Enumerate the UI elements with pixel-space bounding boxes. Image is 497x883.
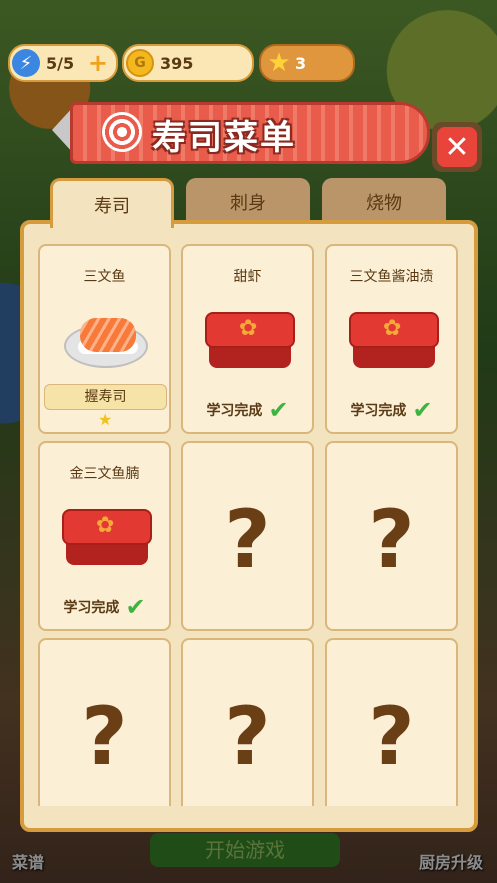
recipe-card-salmon[interactable]: 三文鱼 握寿司 ★	[38, 244, 171, 434]
checkmark-icon: ✔	[268, 396, 289, 424]
learned-label: 学习完成	[63, 600, 120, 616]
learned-label: 学习完成	[350, 403, 407, 419]
recipe-name: 金三文鱼腩	[69, 466, 140, 482]
star-icon: ★	[267, 48, 291, 78]
checkmark-icon: ✔	[125, 593, 146, 621]
tab-grilled[interactable]: 烧物	[322, 178, 446, 226]
recipe-card-locked[interactable]: ?	[181, 638, 314, 806]
recipe-name: 甜虾	[233, 269, 262, 285]
question-mark-icon: ?	[81, 690, 128, 783]
recipe-card-salmon-soy[interactable]: 三文鱼酱油渍 ✿ 学习完成 ✔	[325, 244, 458, 434]
coin-icon: G	[126, 49, 154, 77]
coin-counter: G 395	[122, 44, 254, 82]
gift-box-icon: ✿	[62, 509, 152, 571]
star-value: 3	[295, 53, 307, 73]
recipe-card-locked[interactable]: ?	[325, 441, 458, 631]
menu-banner: 寿司菜单	[52, 96, 430, 166]
question-mark-icon: ?	[368, 690, 415, 783]
question-mark-icon: ?	[224, 493, 271, 586]
add-energy-button[interactable]: +	[88, 49, 108, 77]
gift-box-icon: ✿	[349, 312, 439, 374]
question-mark-icon: ?	[368, 493, 415, 586]
recipe-card-locked[interactable]: ?	[181, 441, 314, 631]
star-counter: ★ 3	[259, 44, 355, 82]
recipe-name: 三文鱼酱油渍	[349, 269, 434, 285]
fish-eye-icon	[102, 112, 142, 152]
recipe-type-badge: 握寿司	[44, 384, 167, 410]
question-mark-icon: ?	[224, 690, 271, 783]
recipe-card-gold-salmon-belly[interactable]: 金三文鱼腩 ✿ 学习完成 ✔	[38, 441, 171, 631]
learned-status: 学习完成 ✔	[40, 593, 169, 621]
recipe-card-locked[interactable]: ?	[325, 638, 458, 806]
tab-sushi[interactable]: 寿司	[50, 178, 174, 228]
star-icon: ★	[98, 410, 113, 429]
tab-sashimi[interactable]: 刺身	[186, 178, 310, 226]
lightning-icon: ⚡	[12, 49, 40, 77]
salmon-sushi-icon	[80, 318, 136, 352]
learned-label: 学习完成	[206, 403, 263, 419]
coin-value: 395	[160, 53, 194, 73]
page-title: 寿司菜单	[152, 118, 296, 158]
recipe-card-locked[interactable]: ?	[38, 638, 171, 806]
learned-status: 学习完成 ✔	[327, 396, 456, 424]
checkmark-icon: ✔	[412, 396, 433, 424]
learned-status: 学习完成 ✔	[183, 396, 312, 424]
recipe-name: 三文鱼	[83, 269, 126, 285]
gift-box-icon: ✿	[205, 312, 295, 374]
close-button[interactable]: ✕	[432, 122, 482, 172]
close-icon: ✕	[437, 127, 477, 167]
energy-counter[interactable]: ⚡ 5/5 +	[8, 44, 118, 82]
energy-value: 5/5	[46, 53, 75, 73]
recipe-card-sweet-shrimp[interactable]: 甜虾 ✿ 学习完成 ✔	[181, 244, 314, 434]
